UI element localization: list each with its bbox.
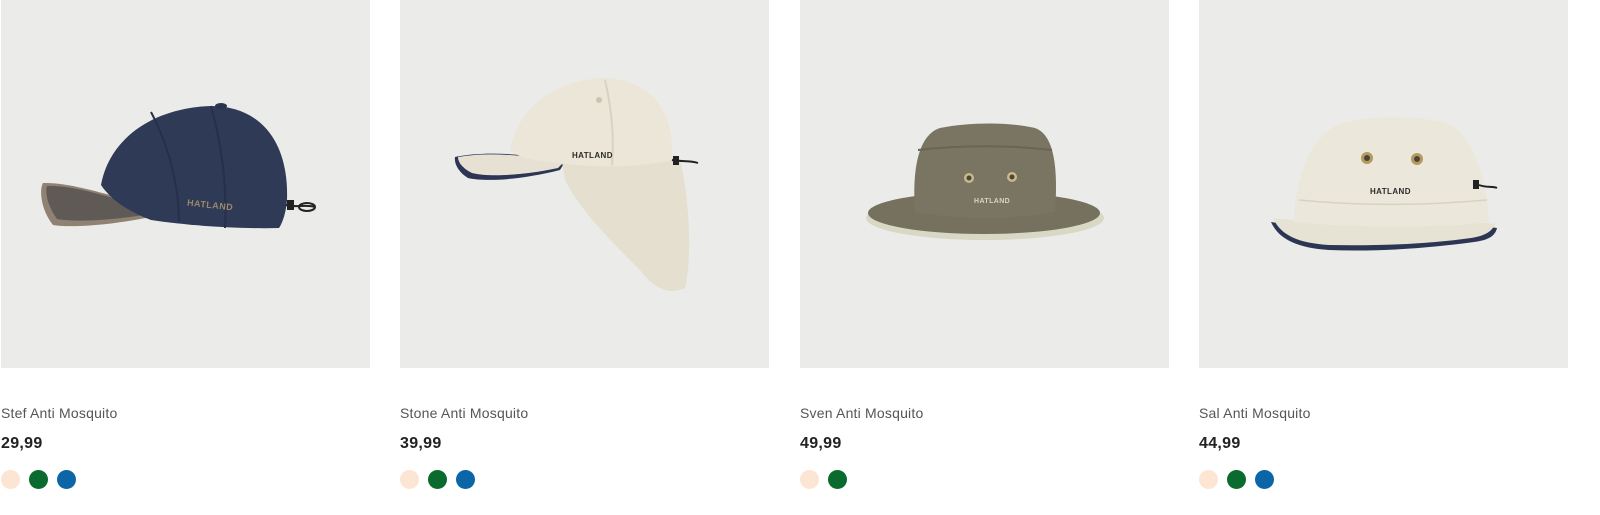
- product-price: 49,99: [800, 435, 842, 452]
- product-card[interactable]: HATLAND Sal Anti Mosquito 44,99: [1199, 0, 1568, 515]
- product-card[interactable]: HATLAND Stone Anti Mosquito 39,99: [400, 0, 769, 515]
- color-swatch[interactable]: [428, 470, 447, 489]
- color-swatches: [400, 470, 475, 490]
- product-price: 39,99: [400, 435, 442, 452]
- product-image[interactable]: HATLAND: [800, 0, 1169, 368]
- product-name[interactable]: Stone Anti Mosquito: [400, 405, 528, 421]
- product-image[interactable]: HATLAND: [1, 0, 370, 368]
- color-swatches: [1199, 470, 1274, 490]
- product-price: 29,99: [1, 435, 43, 452]
- color-swatch[interactable]: [1, 470, 20, 489]
- color-swatch[interactable]: [800, 470, 819, 489]
- product-card[interactable]: HATLAND Sven Anti Mosquito 49,99: [800, 0, 1169, 515]
- color-swatch[interactable]: [1255, 470, 1274, 489]
- brand-logo: HATLAND: [572, 151, 613, 160]
- product-name[interactable]: Stef Anti Mosquito: [1, 405, 117, 421]
- color-swatches: [800, 470, 847, 490]
- product-name[interactable]: Sven Anti Mosquito: [800, 405, 923, 421]
- color-swatch[interactable]: [828, 470, 847, 489]
- olive-bush-hat-icon: [866, 123, 1104, 240]
- color-swatch[interactable]: [29, 470, 48, 489]
- product-price: 44,99: [1199, 435, 1241, 452]
- beige-cap-with-neck-flap-icon: [454, 78, 699, 291]
- color-swatch[interactable]: [1199, 470, 1218, 489]
- color-swatch[interactable]: [57, 470, 76, 489]
- product-image[interactable]: HATLAND: [1199, 0, 1568, 368]
- product-card[interactable]: HATLAND Stef Anti Mosquito 29,99: [1, 0, 370, 515]
- navy-baseball-cap-icon: [41, 103, 316, 229]
- product-name[interactable]: Sal Anti Mosquito: [1199, 405, 1311, 421]
- color-swatches: [1, 470, 76, 490]
- brand-logo: HATLAND: [1370, 187, 1411, 196]
- color-swatch[interactable]: [1227, 470, 1246, 489]
- product-grid: HATLAND Stef Anti Mosquito 29,99 HATLAND…: [0, 0, 1600, 515]
- product-image[interactable]: HATLAND: [400, 0, 769, 368]
- brand-logo: HATLAND: [974, 198, 1011, 205]
- color-swatch[interactable]: [456, 470, 475, 489]
- beige-bucket-hat-icon: [1271, 117, 1498, 251]
- color-swatch[interactable]: [400, 470, 419, 489]
